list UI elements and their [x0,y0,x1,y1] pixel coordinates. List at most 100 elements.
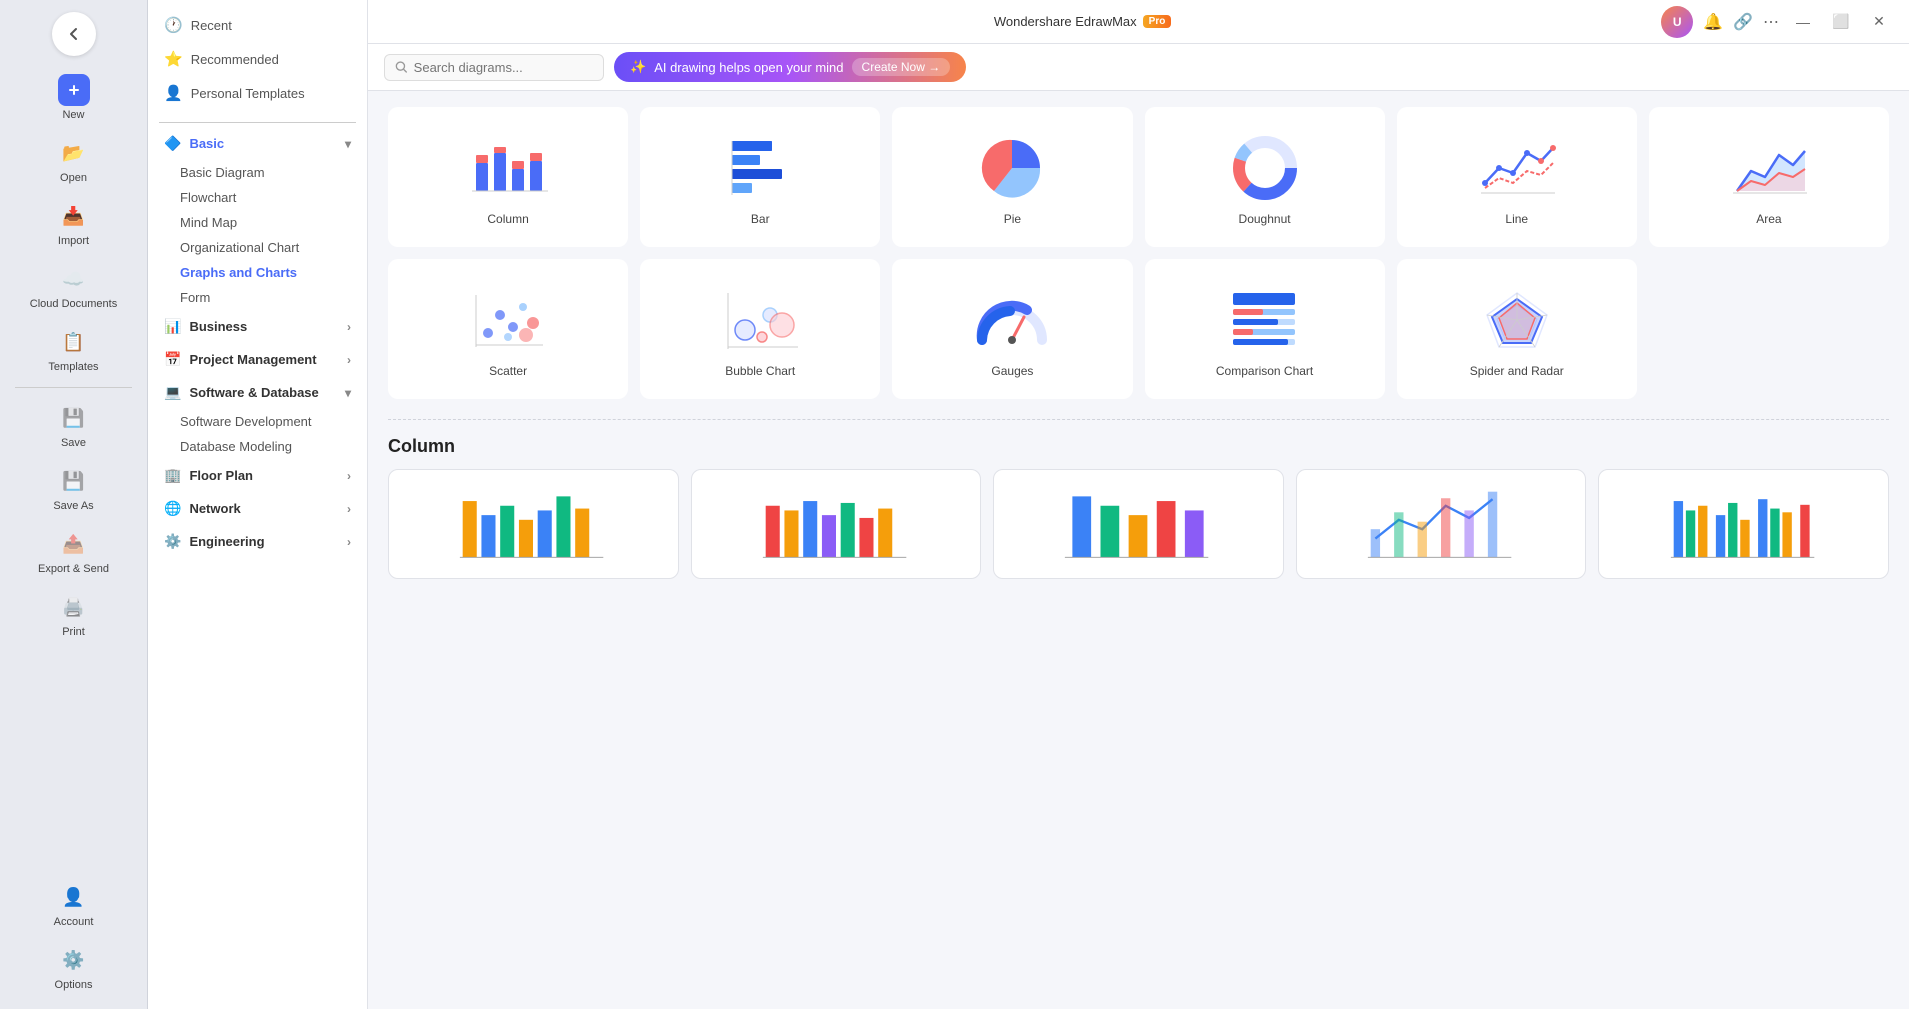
nav-sub-graphs[interactable]: Graphs and Charts [148,260,367,285]
chevron-right-icon: › [347,353,351,367]
nav-item-personal[interactable]: 👤 Personal Templates [148,76,367,110]
chart-card-spider[interactable]: Spider and Radar [1397,259,1637,399]
spider-thumb [1477,284,1557,356]
chart-label: Scatter [489,364,527,378]
notification-icon[interactable]: 🔔 [1703,12,1723,32]
sidebar: New 📂 Open 📥 Import ☁️ Cloud Documents 📋… [0,0,148,1009]
personal-icon: 👤 [164,84,183,102]
close-button[interactable]: ✕ [1865,8,1893,36]
nav-sub-form[interactable]: Form [148,285,367,310]
nav-sub-mindmap[interactable]: Mind Map [148,210,367,235]
sidebar-item-print[interactable]: 🖨️ Print [0,585,147,644]
category-label: Network [189,501,240,516]
sidebar-item-saveas[interactable]: 💾 Save As [0,459,147,518]
section-divider [388,419,1889,420]
chart-card-bar[interactable]: Bar [640,107,880,247]
sidebar-item-import[interactable]: 📥 Import [0,194,147,253]
sidebar-item-templates[interactable]: 📋 Templates [0,320,147,379]
app-title: Wondershare EdrawMax [994,14,1137,29]
template-card-3[interactable] [993,469,1284,579]
chart-label: Pie [1004,212,1021,226]
sidebar-item-label: Export & Send [38,563,109,575]
ai-banner[interactable]: ✨ AI drawing helps open your mind Create… [614,52,966,82]
search-box[interactable] [384,54,604,81]
chart-card-area[interactable]: Area [1649,107,1889,247]
chart-card-doughnut[interactable]: Doughnut [1145,107,1385,247]
line-thumb [1477,132,1557,204]
nav-category-project[interactable]: 📅 Project Management › [148,343,367,376]
avatar[interactable]: U [1661,6,1693,38]
chart-label: Line [1505,212,1528,226]
account-icon: 👤 [58,881,90,913]
chart-card-gauges[interactable]: Gauges [892,259,1132,399]
template-card-2[interactable] [691,469,982,579]
nav-sub-database[interactable]: Database Modeling [148,434,367,459]
nav-sub-basic-diagram[interactable]: Basic Diagram [148,160,367,185]
minimize-button[interactable]: — [1789,8,1817,36]
nav-top-section: 🕐 Recent ⭐ Recommended 👤 Personal Templa… [148,0,367,118]
nav-panel: 🕐 Recent ⭐ Recommended 👤 Personal Templa… [148,0,368,1009]
chart-card-bubble[interactable]: Bubble Chart [640,259,880,399]
sidebar-item-label: Cloud Documents [30,298,117,310]
sidebar-item-save[interactable]: 💾 Save [0,396,147,455]
chevron-right-icon: › [347,320,351,334]
template-card-5[interactable] [1598,469,1889,579]
nav-sub-orgchart[interactable]: Organizational Chart [148,235,367,260]
main-content: Wondershare EdrawMax Pro U 🔔 🔗 ⋯ — ⬜ ✕ ✨… [368,0,1909,1009]
chart-card-line[interactable]: Line [1397,107,1637,247]
template-grid [388,469,1889,579]
chart-label: Comparison Chart [1216,364,1313,378]
nav-category-floor[interactable]: 🏢 Floor Plan › [148,459,367,492]
options-icon: ⚙️ [58,944,90,976]
import-icon: 📥 [58,200,90,232]
category-label: Basic [189,136,224,151]
share-icon[interactable]: 🔗 [1733,12,1753,32]
maximize-button[interactable]: ⬜ [1827,8,1855,36]
chart-card-scatter[interactable]: Scatter [388,259,628,399]
print-icon: 🖨️ [58,591,90,623]
sidebar-item-options[interactable]: ⚙️ Options [0,938,147,997]
chart-label: Column [487,212,528,226]
sidebar-item-open[interactable]: 📂 Open [0,131,147,190]
ai-create-button[interactable]: Create Now → [852,58,951,76]
chevron-right-icon: › [347,535,351,549]
back-button[interactable] [52,12,96,56]
category-label: Business [189,319,247,334]
cloud-icon: ☁️ [58,263,90,295]
nav-category-engineering[interactable]: ⚙️ Engineering › [148,525,367,558]
nav-sub-software-dev[interactable]: Software Development [148,409,367,434]
nav-item-label: Recommended [191,52,279,67]
nav-category-network[interactable]: 🌐 Network › [148,492,367,525]
bubble-thumb [720,284,800,356]
template-card-1[interactable] [388,469,679,579]
nav-category-basic[interactable]: 🔷 Basic ▾ [148,127,367,160]
open-icon: 📂 [58,137,90,169]
sidebar-item-label: Save [61,437,86,449]
pie-thumb [972,132,1052,204]
toolbar: ✨ AI drawing helps open your mind Create… [368,44,1909,91]
chevron-down-icon: ▾ [345,386,351,400]
nav-item-recommended[interactable]: ⭐ Recommended [148,42,367,76]
chevron-right-icon: › [347,502,351,516]
nav-sub-flowchart[interactable]: Flowchart [148,185,367,210]
sidebar-item-export[interactable]: 📤 Export & Send [0,522,147,581]
nav-item-recent[interactable]: 🕐 Recent [148,8,367,42]
recent-icon: 🕐 [164,16,183,34]
chart-card-column[interactable]: Column [388,107,628,247]
nav-category-business[interactable]: 📊 Business › [148,310,367,343]
search-input[interactable] [414,60,593,75]
window-controls: U 🔔 🔗 ⋯ — ⬜ ✕ [1661,6,1893,38]
sidebar-item-label: Import [58,235,89,247]
more-icon[interactable]: ⋯ [1763,12,1779,32]
nav-item-label: Personal Templates [191,86,305,101]
sidebar-item-cloud[interactable]: ☁️ Cloud Documents [0,257,147,316]
chart-card-pie[interactable]: Pie [892,107,1132,247]
sidebar-item-account[interactable]: 👤 Account [0,875,147,934]
templates-icon: 📋 [58,326,90,358]
column-thumb [468,132,548,204]
chart-card-comparison[interactable]: Comparison Chart [1145,259,1385,399]
nav-category-software[interactable]: 💻 Software & Database ▾ [148,376,367,409]
template-card-4[interactable] [1296,469,1587,579]
sidebar-item-new[interactable]: New [0,68,147,127]
bar-thumb [720,132,800,204]
